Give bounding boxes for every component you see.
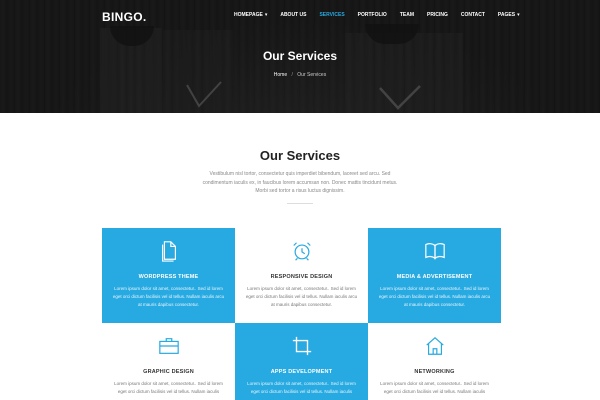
service-card-wordpress-theme[interactable]: WORDPRESS THEME Lorem ipsum dolor sit am…	[102, 228, 235, 323]
nav-item-label: SERVICES	[319, 12, 345, 18]
nav-item-pricing[interactable]: PRICING	[427, 12, 448, 18]
nav-item-label: ABOUT US	[280, 12, 307, 18]
main-nav: HOMEPAGE ▾ ABOUT US SERVICES PORTFOLIO T…	[234, 12, 533, 18]
service-title: RESPONSIVE DESIGN	[270, 274, 333, 280]
briefcase-icon	[158, 338, 179, 354]
service-title: GRAPHIC DESIGN	[143, 369, 194, 375]
service-text: Lorem ipsum dolor sit amet, consectetur.…	[380, 381, 489, 394]
nav-item-label: TEAM	[399, 12, 414, 18]
breadcrumb-separator: /	[291, 72, 293, 78]
nav-item-pages[interactable]: PAGES ▾	[498, 12, 520, 18]
nav-item-label: HOMEPAGE	[234, 12, 263, 18]
book-icon	[424, 243, 445, 260]
hero-banner: BINGO. HOMEPAGE ▾ ABOUT US SERVICES PORT…	[0, 0, 600, 113]
service-card-responsive-design[interactable]: RESPONSIVE DESIGN Lorem ipsum dolor sit …	[235, 228, 368, 323]
section-title: Our Services	[259, 148, 341, 163]
home-icon	[425, 336, 444, 355]
service-text: Lorem ipsum dolor sit amet, consectetur.…	[378, 286, 491, 307]
nav-item-team[interactable]: TEAM	[400, 12, 414, 18]
service-card-networking[interactable]: NETWORKING Lorem ipsum dolor sit amet, c…	[368, 323, 501, 400]
section-divider	[287, 203, 313, 204]
service-text: Lorem ipsum dolor sit amet, consectetur.…	[247, 381, 356, 394]
service-title: APPS DEVELOPMENT	[270, 369, 333, 375]
site-logo[interactable]: BINGO.	[102, 10, 146, 24]
breadcrumb: Home / Our Services	[0, 72, 600, 78]
nav-item-label: PAGES	[497, 12, 516, 18]
section-description: Vestibulum nisl tortor, consectetur quis…	[202, 171, 398, 194]
nav-item-label: PRICING	[427, 12, 448, 18]
service-text: Lorem ipsum dolor sit amet, consectetur.…	[112, 286, 225, 307]
breadcrumb-home-link[interactable]: Home	[274, 72, 287, 78]
hero-title: Our Services	[262, 49, 338, 63]
nav-item-contact[interactable]: CONTACT	[461, 12, 485, 18]
nav-item-about-us[interactable]: ABOUT US	[280, 12, 306, 18]
service-text: Lorem ipsum dolor sit amet, consectetur.…	[114, 381, 223, 394]
chevron-down-icon: ▾	[517, 12, 520, 18]
document-icon	[161, 241, 176, 262]
breadcrumb-current: Our Services	[297, 72, 327, 78]
nav-item-label: PORTFOLIO	[357, 12, 387, 18]
chevron-down-icon: ▾	[264, 12, 268, 18]
service-card-apps-development[interactable]: APPS DEVELOPMENT Lorem ipsum dolor sit a…	[235, 323, 368, 400]
nav-item-portfolio[interactable]: PORTFOLIO	[358, 12, 387, 18]
service-card-media-advertisement[interactable]: MEDIA & ADVERTISEMENT Lorem ipsum dolor …	[368, 228, 501, 323]
service-title: MEDIA & ADVERTISEMENT	[396, 274, 473, 280]
nav-item-services[interactable]: SERVICES	[319, 12, 344, 18]
service-title: NETWORKING	[414, 369, 455, 375]
nav-item-label: CONTACT	[460, 12, 485, 18]
service-card-graphic-design[interactable]: GRAPHIC DESIGN Lorem ipsum dolor sit ame…	[102, 323, 235, 400]
service-title: WORDPRESS THEME	[138, 274, 199, 280]
service-text: Lorem ipsum dolor sit amet, consectetur.…	[245, 286, 358, 307]
alarm-clock-icon	[292, 242, 311, 261]
nav-item-homepage[interactable]: HOMEPAGE ▾	[234, 12, 267, 18]
crop-icon	[292, 336, 311, 356]
